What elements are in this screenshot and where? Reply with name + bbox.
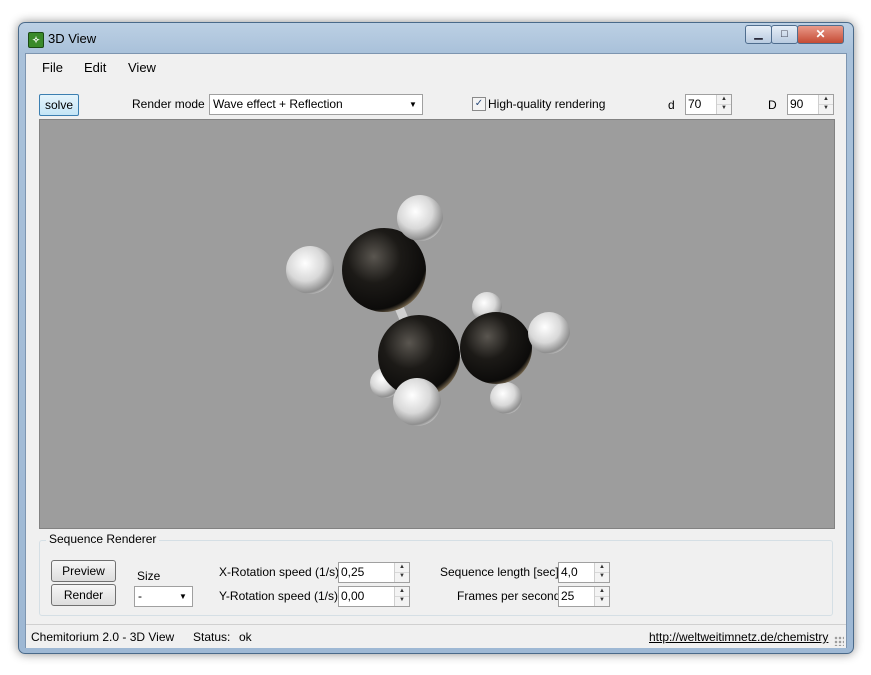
d-value: 70 <box>688 97 702 111</box>
status-label: Status: <box>193 630 231 644</box>
3d-viewport[interactable] <box>39 119 835 529</box>
sequence-renderer-title: Sequence Renderer <box>46 532 160 546</box>
render-mode-value: Wave effect + Reflection <box>213 97 343 111</box>
hydrogen-atom <box>490 382 522 414</box>
window-title: 3D View <box>48 31 97 46</box>
hydrogen-atom <box>393 378 441 426</box>
minimize-icon: ▁ <box>754 28 763 40</box>
client-area: File Edit View solve Render mode Wave ef… <box>25 53 847 648</box>
hydrogen-atom <box>286 246 334 294</box>
sequence-length-label: Sequence length [sec] <box>440 565 559 579</box>
y-rotation-label: Y-Rotation speed (1/s) <box>219 589 338 603</box>
minimize-button[interactable]: ▁ <box>745 25 772 44</box>
menu-file[interactable]: File <box>42 60 63 75</box>
x-rotation-label: X-Rotation speed (1/s) <box>219 565 340 579</box>
preview-button[interactable]: Preview <box>51 560 116 582</box>
website-link[interactable]: http://weltweitimnetz.de/chemistry <box>649 630 828 644</box>
status-value: ok <box>239 630 252 644</box>
carbon-atom <box>342 228 426 312</box>
chevron-down-icon: ▼ <box>409 100 417 109</box>
hq-rendering-label: High-quality rendering <box>488 97 606 111</box>
y-rotation-spinner[interactable]: 0,00 ▲ ▼ <box>338 586 410 607</box>
molecule-render <box>286 195 570 426</box>
menu-bar: File Edit View <box>26 54 846 80</box>
D-spinner[interactable]: 90 ▲ ▼ <box>787 94 834 115</box>
sequence-length-value: 4,0 <box>561 565 578 579</box>
hq-rendering-checkbox[interactable]: ✓ <box>472 97 486 111</box>
d-label: d <box>668 98 675 112</box>
chemistry-app-icon: ✧ <box>28 32 44 48</box>
close-button[interactable]: ✕ <box>797 25 844 44</box>
spin-down-icon[interactable]: ▼ <box>395 572 409 581</box>
x-rotation-value: 0,25 <box>341 565 365 579</box>
d-spinner[interactable]: 70 ▲ ▼ <box>685 94 732 115</box>
spin-down-icon[interactable]: ▼ <box>595 572 609 581</box>
spin-down-icon[interactable]: ▼ <box>819 104 833 113</box>
y-rotation-value: 0,00 <box>341 589 365 603</box>
render-mode-select[interactable]: Wave effect + Reflection ▼ <box>209 94 423 115</box>
close-icon: ✕ <box>815 27 826 41</box>
toolbar: solve Render mode Wave effect + Reflecti… <box>26 88 846 118</box>
x-rotation-spinner[interactable]: 0,25 ▲ ▼ <box>338 562 410 583</box>
check-icon: ✓ <box>474 98 484 109</box>
fps-value: 25 <box>561 589 575 603</box>
render-button[interactable]: Render <box>51 584 116 606</box>
sequence-renderer-group: Sequence Renderer Preview Render Size - … <box>39 532 833 616</box>
size-value: - <box>138 589 142 603</box>
title-bar[interactable]: ✧ 3D View ▁ □ ✕ <box>19 23 853 53</box>
maximize-button[interactable]: □ <box>771 25 798 44</box>
sequence-length-spinner[interactable]: 4,0 ▲ ▼ <box>558 562 610 583</box>
app-window: ✧ 3D View ▁ □ ✕ File Edit View solve Ren… <box>18 22 854 654</box>
spin-down-icon[interactable]: ▼ <box>395 596 409 605</box>
carbon-atom <box>460 312 532 384</box>
spin-down-icon[interactable]: ▼ <box>717 104 731 113</box>
size-label: Size <box>137 569 161 583</box>
fps-spinner[interactable]: 25 ▲ ▼ <box>558 586 610 607</box>
D-value: 90 <box>790 97 804 111</box>
size-select[interactable]: - ▼ <box>134 586 193 607</box>
menu-view[interactable]: View <box>128 60 156 75</box>
render-mode-label: Render mode <box>132 97 205 111</box>
hydrogen-atom <box>528 312 570 354</box>
hydrogen-atom <box>397 195 443 241</box>
resize-grip-icon[interactable] <box>834 636 844 646</box>
chevron-down-icon: ▼ <box>179 592 187 601</box>
D-label: D <box>768 98 777 112</box>
maximize-icon: □ <box>781 28 788 40</box>
status-app-name: Chemitorium 2.0 - 3D View <box>31 630 175 644</box>
solve-button[interactable]: solve <box>39 94 79 116</box>
fps-label: Frames per second <box>457 589 561 603</box>
spin-down-icon[interactable]: ▼ <box>595 596 609 605</box>
status-bar: Chemitorium 2.0 - 3D View Status: ok htt… <box>26 624 846 648</box>
menu-edit[interactable]: Edit <box>84 60 106 75</box>
